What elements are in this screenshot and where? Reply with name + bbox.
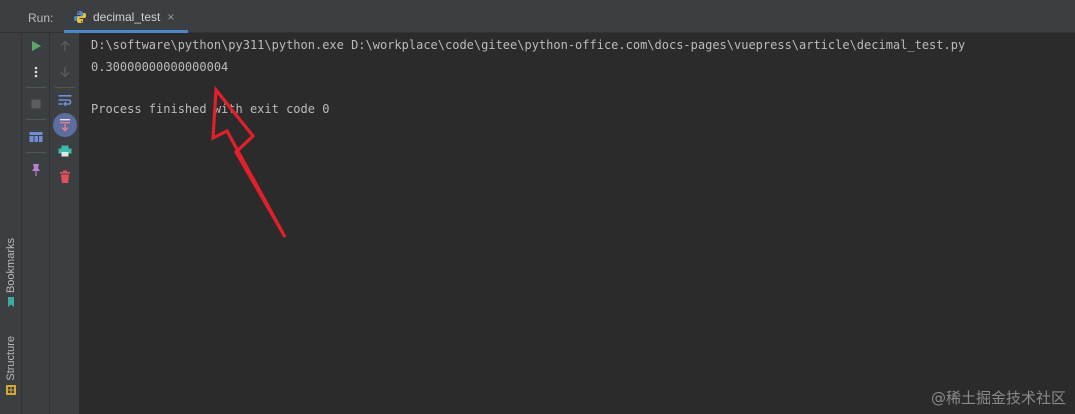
scroll-to-end-icon	[60, 119, 70, 132]
soft-wrap-icon	[58, 95, 72, 106]
more-button[interactable]	[26, 62, 46, 82]
stop-button[interactable]	[26, 94, 46, 114]
close-icon[interactable]: ×	[167, 11, 174, 23]
side-tool-strip: Bookmarks Structure	[0, 33, 22, 414]
run-tab-strip: Run: decimal_test ×	[0, 0, 1075, 33]
toolbar-separator	[26, 152, 46, 153]
print-icon	[58, 145, 72, 157]
print-button[interactable]	[55, 141, 75, 161]
run-tab-decimal-test[interactable]: decimal_test ×	[64, 0, 188, 33]
bookmarks-tab[interactable]: Bookmarks	[0, 238, 22, 308]
scroll-up-button[interactable]	[55, 36, 75, 56]
play-icon	[32, 41, 41, 51]
run-tool-window: Run: decimal_test × Bookmarks Structure	[0, 0, 1075, 414]
scroll-down-button[interactable]	[55, 62, 75, 82]
run-tab-title: decimal_test	[93, 9, 161, 24]
toolbar-separator	[26, 119, 46, 120]
trash-icon	[60, 170, 70, 183]
arrow-up-icon	[60, 40, 70, 51]
console-output[interactable]: D:\software\python\py311\python.exe D:\w…	[80, 33, 1075, 414]
structure-icon	[6, 384, 16, 395]
run-secondary-toolbar	[50, 33, 80, 414]
bookmark-icon	[8, 297, 14, 308]
watermark: @稀土掘金技术社区	[930, 389, 1066, 407]
layout-button[interactable]	[26, 127, 46, 147]
python-icon	[74, 10, 86, 23]
structure-tab[interactable]: Structure	[0, 336, 22, 395]
layout-icon	[29, 132, 43, 142]
soft-wrap-button[interactable]	[55, 90, 75, 110]
console-command-line: D:\software\python\py311\python.exe D:\w…	[91, 38, 966, 52]
clear-all-button[interactable]	[55, 167, 75, 187]
run-primary-toolbar	[22, 33, 50, 414]
stop-icon	[31, 99, 41, 109]
more-vertical-icon	[34, 66, 38, 78]
rerun-button[interactable]	[26, 36, 46, 56]
pin-tab-button[interactable]	[26, 160, 46, 180]
bookmarks-tab-label: Bookmarks	[5, 238, 17, 294]
pin-icon	[32, 164, 40, 176]
toolbar-separator	[55, 87, 75, 88]
structure-tab-label: Structure	[5, 336, 17, 381]
console-result-line: 0.30000000000000004	[91, 60, 229, 74]
arrow-down-icon	[60, 67, 70, 78]
run-label: Run:	[28, 11, 54, 25]
toolbar-separator	[26, 87, 46, 88]
console-exit-line: Process finished with exit code 0	[91, 102, 330, 116]
scroll-to-end-button[interactable]	[53, 113, 77, 137]
